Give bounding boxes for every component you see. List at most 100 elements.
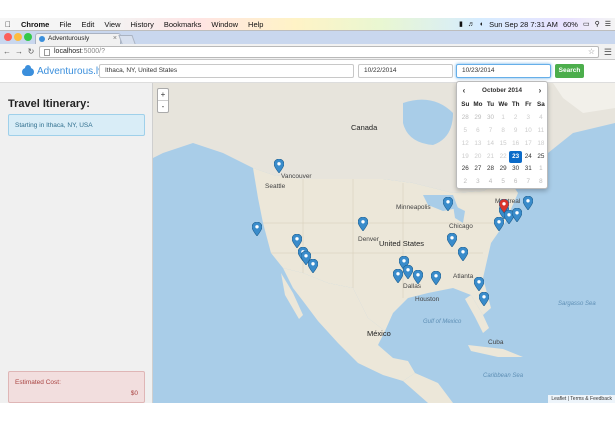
- calendar-day[interactable]: 1: [535, 163, 548, 176]
- calendar-day[interactable]: 22: [497, 151, 510, 164]
- map-marker-icon[interactable]: [512, 208, 522, 222]
- menu-history[interactable]: History: [126, 20, 159, 29]
- map-marker-icon[interactable]: [403, 265, 413, 279]
- calendar-day[interactable]: 5: [459, 125, 472, 138]
- next-month-button[interactable]: ›: [533, 86, 547, 95]
- menu-file[interactable]: File: [54, 20, 76, 29]
- calendar-day[interactable]: 2: [459, 176, 472, 189]
- map-marker-icon[interactable]: [431, 271, 441, 285]
- calendar-day[interactable]: 7: [522, 176, 535, 189]
- window-close-button[interactable]: [4, 33, 12, 41]
- spotlight-icon[interactable]: ⚲: [595, 20, 600, 28]
- menu-chrome[interactable]: Chrome: [16, 20, 54, 29]
- map-marker-icon[interactable]: [252, 222, 262, 236]
- calendar-day[interactable]: 19: [459, 151, 472, 164]
- calendar-day[interactable]: 14: [484, 138, 497, 151]
- notification-icon[interactable]: ▮: [459, 20, 463, 28]
- map-attribution[interactable]: Leaflet | Terms & Feedback: [548, 395, 615, 403]
- calendar-day[interactable]: 13: [472, 138, 485, 151]
- menu-bookmarks[interactable]: Bookmarks: [159, 20, 207, 29]
- chrome-menu-icon[interactable]: ☰: [604, 47, 612, 58]
- map-marker-icon[interactable]: [274, 159, 284, 173]
- map-marker-icon[interactable]: [458, 247, 468, 261]
- calendar-day[interactable]: 17: [522, 138, 535, 151]
- calendar-day[interactable]: 8: [535, 176, 548, 189]
- calendar-day[interactable]: 20: [472, 151, 485, 164]
- origin-marker-icon[interactable]: [499, 199, 509, 213]
- brand-logo[interactable]: Adventurous.ly: [22, 64, 103, 77]
- bookmark-star-icon[interactable]: ☆: [588, 47, 595, 57]
- map-marker-icon[interactable]: [308, 259, 318, 273]
- map-marker-icon[interactable]: [479, 292, 489, 306]
- map-marker-icon[interactable]: [443, 197, 453, 211]
- window-minimize-button[interactable]: [14, 33, 22, 41]
- calendar-day[interactable]: 3: [472, 176, 485, 189]
- search-button[interactable]: Search: [555, 64, 584, 78]
- map-marker-icon[interactable]: [413, 270, 423, 284]
- tab-close-icon[interactable]: ×: [113, 34, 117, 44]
- calendar-day[interactable]: 3: [522, 112, 535, 125]
- calendar-day[interactable]: 1: [497, 112, 510, 125]
- calendar-day[interactable]: 29: [472, 112, 485, 125]
- zoom-in-button[interactable]: +: [158, 89, 168, 100]
- prev-month-button[interactable]: ‹: [457, 86, 471, 95]
- apple-menu-icon[interactable]: : [0, 20, 16, 29]
- calendar-day[interactable]: 4: [484, 176, 497, 189]
- window-zoom-button[interactable]: [24, 33, 32, 41]
- depart-date-input[interactable]: 10/22/2014: [358, 64, 453, 78]
- volume-icon[interactable]: ♬: [468, 21, 475, 28]
- return-date-input[interactable]: 10/23/2014: [456, 64, 551, 78]
- calendar-day[interactable]: 8: [497, 125, 510, 138]
- map-marker-icon[interactable]: [494, 217, 504, 231]
- calendar-day[interactable]: 15: [497, 138, 510, 151]
- calendar-day[interactable]: 25: [535, 151, 548, 164]
- battery-icon[interactable]: ▭: [583, 20, 590, 28]
- battery-percent[interactable]: 60%: [563, 20, 578, 29]
- calendar-day[interactable]: 28: [459, 112, 472, 125]
- zoom-out-button[interactable]: -: [158, 100, 168, 112]
- calendar-day[interactable]: 5: [497, 176, 510, 189]
- datepicker-month[interactable]: October 2014: [471, 87, 533, 94]
- calendar-day[interactable]: 30: [509, 163, 522, 176]
- calendar-day[interactable]: 23: [509, 150, 522, 164]
- calendar-day[interactable]: 12: [459, 138, 472, 151]
- calendar-day[interactable]: 24: [522, 151, 535, 164]
- calendar-day[interactable]: 27: [472, 163, 485, 176]
- calendar-day[interactable]: 4: [535, 112, 548, 125]
- calendar-day[interactable]: 26: [459, 163, 472, 176]
- map-marker-icon[interactable]: [474, 277, 484, 291]
- calendar-day[interactable]: 6: [509, 176, 522, 189]
- menu-window[interactable]: Window: [206, 20, 243, 29]
- map-marker-icon[interactable]: [447, 233, 457, 247]
- calendar-day[interactable]: 10: [522, 125, 535, 138]
- menu-help[interactable]: Help: [243, 20, 268, 29]
- calendar-day[interactable]: 18: [535, 138, 548, 151]
- calendar-day[interactable]: 30: [484, 112, 497, 125]
- wifi-icon[interactable]: ◐: [480, 21, 484, 28]
- map-marker-icon[interactable]: [393, 269, 403, 283]
- calendar-day[interactable]: 28: [484, 163, 497, 176]
- calendar-day[interactable]: 31: [522, 163, 535, 176]
- calendar-day[interactable]: 6: [472, 125, 485, 138]
- map-marker-icon[interactable]: [292, 234, 302, 248]
- map-marker-icon[interactable]: [523, 196, 533, 210]
- calendar-day[interactable]: 16: [509, 138, 522, 151]
- calendar-day[interactable]: 7: [484, 125, 497, 138]
- new-tab-button[interactable]: [118, 35, 136, 44]
- origin-input[interactable]: Ithaca, NY, United States: [99, 64, 354, 78]
- browser-tab[interactable]: Adventurously ×: [35, 33, 121, 44]
- calendar-day[interactable]: 2: [509, 112, 522, 125]
- calendar-day[interactable]: 21: [484, 151, 497, 164]
- notification-center-icon[interactable]: ☰: [605, 20, 611, 28]
- forward-arrow-icon[interactable]: →: [14, 47, 24, 56]
- menu-view[interactable]: View: [99, 20, 125, 29]
- menu-edit[interactable]: Edit: [76, 20, 99, 29]
- calendar-day[interactable]: 9: [509, 125, 522, 138]
- address-bar[interactable]: localhost:5000/? ☆: [39, 46, 599, 58]
- reload-icon[interactable]: ↻: [26, 47, 36, 56]
- clock[interactable]: Sun Sep 28 7:31 AM: [489, 20, 558, 29]
- calendar-day[interactable]: 11: [535, 125, 548, 138]
- calendar-day[interactable]: 29: [497, 163, 510, 176]
- map-marker-icon[interactable]: [358, 217, 368, 231]
- back-arrow-icon[interactable]: ←: [2, 47, 12, 56]
